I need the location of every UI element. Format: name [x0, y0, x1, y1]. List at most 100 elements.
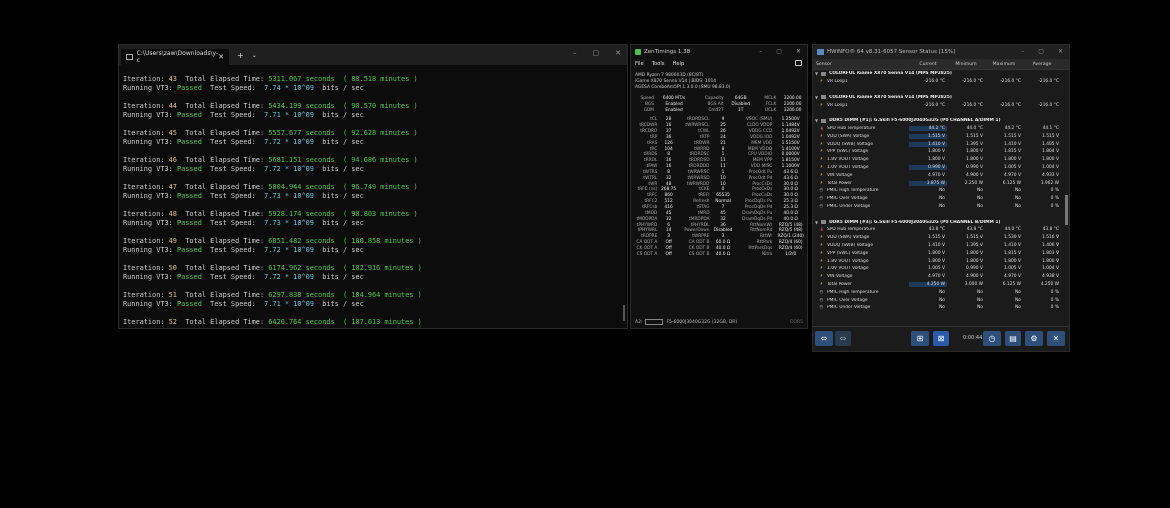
maximize-button[interactable]: ▢: [1038, 48, 1044, 55]
close-button[interactable]: ✕: [796, 48, 801, 55]
tab-dropdown-icon[interactable]: ⌄: [252, 52, 257, 59]
sensor-row[interactable]: ⚡ 1.0V VOUT Voltage 1.005 V 0.990 V 1.005 V 1…: [813, 265, 1064, 273]
terminal-tab[interactable]: C:\Users\zaw\Downloads\y-c ✕: [121, 49, 229, 65]
col-current[interactable]: Current: [909, 62, 947, 67]
sensor-row[interactable]: ⚡ 1.8V VOUT Voltage 1.800 V 1.800 V 1.800 V 1…: [813, 156, 1064, 164]
sensor-row[interactable]: ⚡ VPP (SWC) Voltage 1.800 V 1.800 V 1.815 V 1…: [813, 249, 1064, 257]
sensor-row[interactable]: ⚡ VPP (SWC) Voltage 1.800 V 1.800 V 1.815 V 1…: [813, 148, 1064, 156]
collapse-chevron-icon[interactable]: ▼: [815, 220, 818, 225]
iteration-label: Iteration:: [123, 182, 165, 191]
sensor-value-min: 44.0 °C: [966, 125, 983, 131]
hwinfo-title: HWiNFO® 64 v8.31-6057 Sensor Status [15%…: [827, 49, 956, 55]
test-speed-label: Test Speed:: [210, 111, 256, 120]
report-icon[interactable]: ▤: [1005, 331, 1021, 346]
maximize-button[interactable]: ▢: [776, 48, 782, 55]
sensor-row[interactable]: ⚡ VR Loop1 -216.0 °C -216.0 °C -216.0 °C -216…: [813, 78, 1064, 86]
collapse-chevron-icon[interactable]: ▼: [815, 71, 818, 76]
sensor-row[interactable]: 🌡 SPD Hub Temperature 44.2 °C 44.0 °C 44.2 °…: [813, 125, 1064, 133]
sensor-group[interactable]: ▼ DDR5 DIMM [#3]: G.Skill F5-6000J3040G32…: [813, 218, 1064, 226]
sensor-list[interactable]: ▼ COLORFUL iGame X870 Senna V14 (MPS MP28…: [813, 70, 1064, 328]
sensor-value-avg: 4.250 W: [1040, 281, 1059, 287]
tab-close-icon[interactable]: ✕: [218, 53, 224, 61]
terminal-output[interactable]: Iteration: 43 Total Elapsed Time: 5311.0…: [123, 75, 619, 328]
sensor-group[interactable]: ▼ DDR5 DIMM [#1]: G.Skill F5-6000J3040G32…: [813, 117, 1064, 125]
total-elapsed-label: Total Elapsed Time:: [185, 209, 265, 218]
minimize-button[interactable]: –: [759, 48, 762, 55]
elapsed-seconds: 6420.764 seconds: [268, 317, 335, 326]
sensor-row[interactable]: ⚡ VDDQ (SWB) Voltage 1.410 V 1.395 V 1.410 V…: [813, 242, 1064, 250]
elapsed-seconds: 5804.944 seconds: [268, 182, 335, 191]
close-button[interactable]: ✕: [615, 49, 621, 57]
sensor-label: Total Power: [827, 281, 852, 287]
sensor-row[interactable]: ⚡ VIN Voltage 4.970 V 4.900 V 4.970 V 4.933 V: [813, 171, 1064, 179]
sensor-value-min: 1.515 V: [966, 235, 983, 241]
sensor-row[interactable]: ◴ PMIC High Temperature No No No 0 %: [813, 288, 1064, 296]
sensor-group[interactable]: ▼ COLORFUL iGame X870 Senna V14 (MPS MP28…: [813, 93, 1064, 101]
sensor-row[interactable]: ◴ PMIC Under Voltage No No No 0 %: [813, 304, 1064, 312]
total-elapsed-label: Total Elapsed Time:: [185, 155, 265, 164]
timing-label: Nitro: [761, 251, 773, 257]
col-maximum[interactable]: Maximum: [985, 62, 1023, 67]
timing-value: 1/2/0: [785, 251, 797, 257]
sensor-row[interactable]: 🌡 SPD Hub Temperature 43.8 °C 43.8 °C 44.0 °…: [813, 226, 1064, 234]
zentimings-title: ZenTimings 1.38: [644, 49, 691, 55]
gear-icon[interactable]: ⚙: [1025, 331, 1043, 346]
minimize-button[interactable]: –: [573, 49, 577, 57]
dimm-module-select[interactable]: F5-6000J3040G32G (32GB, DR): [666, 320, 737, 325]
sensor-label: VIN Voltage: [827, 172, 853, 178]
hwinfo-toolbar: ⇔ ⇔ ⊞ ⊠ 0:00:44 ◷ ▤ ⚙ ✕: [813, 326, 1069, 351]
test-speed-label: Test Speed:: [210, 192, 256, 201]
sensor-row[interactable]: ⚡ VDD (SWA) Voltage 1.515 V 1.515 V 1.515 V 1…: [813, 132, 1064, 140]
total-elapsed-label: Total Elapsed Time:: [185, 236, 265, 245]
sensor-row[interactable]: ⚡ VDDQ (SWB) Voltage 1.410 V 1.395 V 1.410 V…: [813, 140, 1064, 148]
close-icon[interactable]: ✕: [1047, 331, 1065, 346]
sensor-row[interactable]: ◴ PMIC Over Voltage No No No 0 %: [813, 195, 1064, 203]
sensor-row[interactable]: ⚡ Total Power 4.250 W 3.000 W 6.125 W 4.250 W: [813, 281, 1064, 289]
sensor-row[interactable]: ⚡ VR Loop1 -216.0 °C -216.0 °C -216.0 °C -216…: [813, 101, 1064, 109]
sensor-row[interactable]: ⚡ VDD (SWA) Voltage 1.515 V 1.515 V 1.530 V 1…: [813, 234, 1064, 242]
collapse-chevron-icon[interactable]: ▼: [815, 118, 818, 123]
menu-file[interactable]: File: [635, 61, 644, 67]
iteration-label: Iteration:: [123, 155, 165, 164]
vt3-result-line: Running VT3: Passed Test Speed: 7.72 * 1…: [123, 165, 619, 174]
elapsed-seconds: 5434.199 seconds: [268, 101, 335, 110]
minimize-button[interactable]: –: [1021, 48, 1024, 55]
sensor-label: 1.8V VOUT Voltage: [827, 157, 869, 163]
maximize-button[interactable]: ▢: [593, 49, 600, 57]
sensor-scrollbar[interactable]: [1065, 195, 1068, 225]
sensor-row[interactable]: ◴ PMIC Under Voltage No No No 0 %: [813, 203, 1064, 211]
sensor-row[interactable]: ◴ PMIC Over Voltage No No No 0 %: [813, 296, 1064, 304]
zen-timings-table: tCL 28 tRDRDSCL 9 VSOC (SMU) 1.2500V tRCDWR 16 t…: [631, 117, 807, 257]
sensor-row[interactable]: ⚡ 1.0V VOUT Voltage 0.990 V 0.990 V 1.005 V 1…: [813, 164, 1064, 172]
clock-icon[interactable]: ◷: [983, 331, 1001, 346]
sensor-row[interactable]: ⚡ VIN Voltage 4.970 V 4.900 V 4.970 V 4.938 V: [813, 273, 1064, 281]
sensor-value-avg: 1.516 V: [1042, 235, 1059, 241]
sensor-row[interactable]: ⚡ Total Power 3.875 W 2.250 W 6.125 W 3.962 W: [813, 179, 1064, 187]
close-button[interactable]: ✕: [1058, 48, 1063, 55]
elapsed-minutes: ( 100.858 minutes ): [342, 236, 422, 245]
timing-value: Off: [665, 251, 672, 257]
menu-tools[interactable]: Tools: [652, 61, 665, 67]
collapse-chevron-icon[interactable]: ▼: [815, 95, 818, 100]
sensor-group-title: COLORFUL iGame X870 Senna V14 (MPS MP282…: [829, 94, 952, 100]
terminal-scrollbar[interactable]: [623, 305, 625, 321]
arrows-left-right-dim-icon[interactable]: ⇔: [835, 331, 851, 346]
sensor-row[interactable]: ◴ PMIC High Temperature No No No 0 %: [813, 187, 1064, 195]
col-minimum[interactable]: Minimum: [947, 62, 985, 67]
sensor-value-min: No: [977, 289, 983, 295]
new-tab-button[interactable]: +: [237, 51, 244, 60]
sensor-group[interactable]: ▼ COLORFUL iGame X870 Senna V14 (MPS MP28…: [813, 70, 1064, 78]
iteration-label: Iteration:: [123, 209, 165, 218]
col-average[interactable]: Average: [1023, 62, 1061, 67]
elapsed-minutes: ( 88.518 minutes ): [342, 75, 418, 83]
sensor-value-max: -216.0 °C: [1000, 102, 1021, 108]
col-sensor[interactable]: Sensor: [813, 62, 909, 67]
screenshot-camera-icon[interactable]: [795, 60, 802, 66]
sensor-value-min: 4.900 V: [966, 172, 983, 178]
network-icon[interactable]: ⊞: [911, 331, 929, 346]
sensor-label: PMIC High Temperature: [827, 289, 879, 295]
arrows-left-right-icon[interactable]: ⇔: [815, 331, 833, 346]
menu-help[interactable]: Help: [672, 61, 684, 67]
sensor-row[interactable]: ⚡ 1.8V VOUT Voltage 1.800 V 1.800 V 1.800 V 1…: [813, 257, 1064, 265]
reset-icon[interactable]: ⊠: [933, 331, 949, 346]
